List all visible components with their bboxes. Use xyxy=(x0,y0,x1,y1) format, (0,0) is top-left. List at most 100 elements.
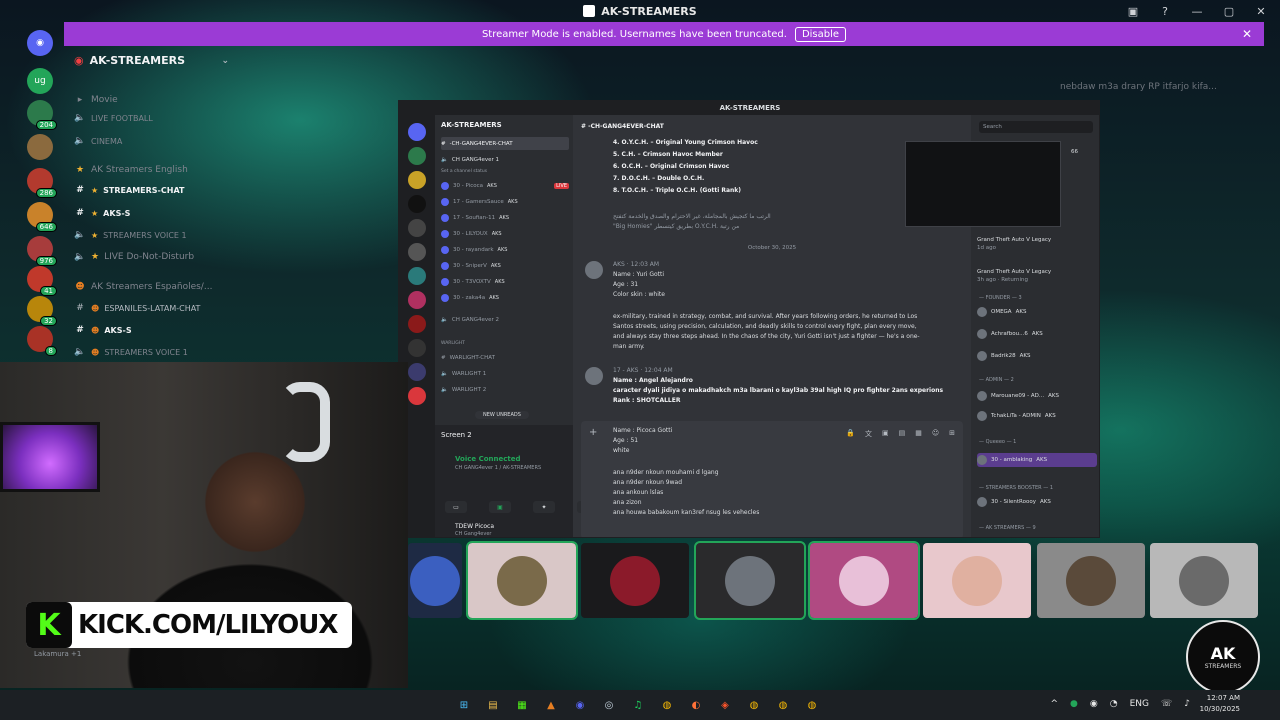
language-indicator[interactable]: ENG xyxy=(1130,699,1149,709)
tray-app-icon[interactable]: ◉ xyxy=(1090,699,1098,709)
inner-server-icon[interactable] xyxy=(408,387,426,405)
volume-icon[interactable]: ♪ xyxy=(1184,699,1190,709)
tray-mic-icon[interactable]: ◔ xyxy=(1110,699,1118,709)
server-icon[interactable]: 8 xyxy=(27,326,57,356)
inner-server-icon[interactable] xyxy=(408,243,426,261)
file-explorer-icon[interactable]: ▤ xyxy=(483,695,503,715)
voice-member[interactable]: 30 - zaka4a AKS xyxy=(441,291,569,304)
participant-tile[interactable] xyxy=(1150,543,1258,618)
maximize-button[interactable]: ▢ xyxy=(1220,2,1238,20)
channel-espaniles-latam-chat[interactable]: # ☻ ESPANILES-LATAM-CHAT xyxy=(74,300,234,316)
participant-tile[interactable] xyxy=(1037,543,1145,618)
tray-app-icon[interactable]: ● xyxy=(1070,699,1078,709)
firefox-icon[interactable]: ◐ xyxy=(686,695,706,715)
inner-voice-warlight-1[interactable]: 🔈 WARLIGHT 1 xyxy=(441,367,569,380)
server-icon[interactable]: 32 xyxy=(27,296,57,326)
message-avatar[interactable] xyxy=(585,367,603,385)
inner-discord-icon[interactable] xyxy=(408,123,426,141)
inner-channel-gang-chat[interactable]: # -CH-GANG4EVER-CHAT xyxy=(441,137,569,150)
voice-member[interactable]: 30 - LILYOUX AKS xyxy=(441,227,569,240)
voice-member[interactable]: 30 - Picoca AKS LIVE xyxy=(441,179,569,192)
search-input[interactable]: Search xyxy=(979,121,1093,133)
voice-member[interactable]: 30 - rayandark AKS xyxy=(441,243,569,256)
activities-icon[interactable]: ✦ xyxy=(533,501,555,513)
member-row[interactable]: 30 - SilentRoooy AKS xyxy=(977,495,1097,509)
inner-server-icon[interactable] xyxy=(408,339,426,357)
screen-share-icon[interactable]: ▣ xyxy=(489,501,511,513)
inner-server-icon[interactable] xyxy=(408,363,426,381)
stream-preview-thumbnail[interactable] xyxy=(905,141,1061,227)
participant-tile[interactable] xyxy=(694,541,806,620)
chrome-icon[interactable]: ◍ xyxy=(744,695,764,715)
voice-member[interactable]: 30 - SniperV AKS xyxy=(441,259,569,272)
minimize-button[interactable]: — xyxy=(1188,2,1206,20)
translate-icon[interactable]: 文 xyxy=(865,429,872,439)
app-icon[interactable]: ▲ xyxy=(541,695,561,715)
member-row[interactable]: OMEGA AKS xyxy=(977,305,1097,319)
lock-icon[interactable]: 🔒 xyxy=(846,429,855,439)
chrome-icon[interactable]: ◍ xyxy=(773,695,793,715)
voice-member[interactable]: 17 - Soufian-11 AKS xyxy=(441,211,569,224)
taskbar-clock[interactable]: 12:07 AM 10/30/2025 xyxy=(1200,693,1240,715)
category-ak-espanoles[interactable]: ☻ AK Streamers Españoles/... xyxy=(74,279,234,295)
gif-icon[interactable]: ▤ xyxy=(899,429,906,439)
voice-member[interactable]: 17 - GamersSauce AKS xyxy=(441,195,569,208)
chrome-icon[interactable]: ◍ xyxy=(802,695,822,715)
server-icon[interactable]: 976 xyxy=(27,236,57,266)
inner-category-warlight[interactable]: WARLIGHT xyxy=(441,337,569,350)
participant-tile[interactable] xyxy=(408,543,462,618)
steam-icon[interactable]: ◎ xyxy=(599,695,619,715)
message-avatar[interactable] xyxy=(585,261,603,279)
server-ug[interactable]: ug xyxy=(27,68,53,94)
voice-member[interactable]: 30 - T3VOXTV AKS xyxy=(441,275,569,288)
network-icon[interactable]: ☏ xyxy=(1161,699,1172,709)
inner-voice-gang-2[interactable]: 🔈 CH GANG4ever 2 xyxy=(441,313,569,326)
channel-streamers-voice-1-es[interactable]: 🔈 ☻ STREAMERS VOICE 1 xyxy=(74,344,234,360)
inner-server-icon[interactable] xyxy=(408,147,426,165)
channel-aks-s[interactable]: # ★ AKS-S xyxy=(74,205,234,221)
guild-header[interactable]: ◉ AK-STREAMERS ⌄ xyxy=(74,54,229,67)
inner-server-icon[interactable] xyxy=(408,171,426,189)
inner-server-icon[interactable] xyxy=(408,267,426,285)
brave-icon[interactable]: ◈ xyxy=(715,695,735,715)
disable-streamer-mode-button[interactable]: Disable xyxy=(794,26,847,42)
inner-server-icon[interactable] xyxy=(408,291,426,309)
server-icon[interactable] xyxy=(27,134,53,160)
emoji-icon[interactable]: ☺ xyxy=(932,429,939,439)
inner-server-icon[interactable] xyxy=(408,195,426,213)
apps-icon[interactable]: ⊞ xyxy=(949,429,955,439)
inner-channel-warlight-chat[interactable]: # WARLIGHT-CHAT xyxy=(441,351,569,364)
channel-streamers-chat[interactable]: # ★ STREAMERS-CHAT xyxy=(74,182,234,198)
member-row[interactable]: Achrafbou...6 AKS xyxy=(977,327,1097,341)
kick-app-icon[interactable]: ▦ xyxy=(512,695,532,715)
participant-tile[interactable] xyxy=(466,541,578,620)
member-row[interactable]: Badrik28 AKS xyxy=(977,349,1097,363)
help-icon[interactable]: ? xyxy=(1156,2,1174,20)
discord-home-icon[interactable]: ◉ xyxy=(27,30,53,56)
new-unreads-pill[interactable]: NEW UNREADS xyxy=(475,411,529,419)
banner-close-icon[interactable]: ✕ xyxy=(1242,27,1252,41)
category-movie[interactable]: ▸ Movie xyxy=(74,92,234,108)
camera-icon[interactable]: ▭ xyxy=(445,501,467,513)
server-icon[interactable]: 286 xyxy=(27,168,57,198)
channel-cinema[interactable]: 🔈 CINEMA xyxy=(74,133,234,149)
start-icon[interactable]: ⊞ xyxy=(454,695,474,715)
channel-aks-s-es[interactable]: # ☻ AKS-S xyxy=(74,322,234,338)
server-icon[interactable]: 204 xyxy=(27,100,57,130)
server-icon[interactable]: 646 xyxy=(27,202,57,232)
participant-tile[interactable] xyxy=(581,543,689,618)
spotify-icon[interactable]: ♫ xyxy=(628,695,648,715)
inner-server-icon[interactable] xyxy=(408,315,426,333)
gift-icon[interactable]: ▣ xyxy=(882,429,889,439)
member-row[interactable]: 30 - amblaking AKS xyxy=(977,453,1097,467)
inner-voice-warlight-2[interactable]: 🔈 WARLIGHT 2 xyxy=(441,383,569,396)
message-composer[interactable]: + 🔒 文 ▣ ▤ ▦ ☺ ⊞ Name : Picoca Gotti Age … xyxy=(581,421,963,537)
server-icon[interactable]: 41 xyxy=(27,266,57,296)
channel-live-football[interactable]: 🔈 LIVE FOOTBALL xyxy=(74,110,234,126)
discord-taskbar-icon[interactable]: ◉ xyxy=(570,695,590,715)
inner-server-icon[interactable] xyxy=(408,219,426,237)
member-row[interactable]: Marouane09 - AD... AKS xyxy=(977,389,1097,403)
sticker-icon[interactable]: ▦ xyxy=(915,429,922,439)
channel-live-dnd[interactable]: 🔈 ★ LIVE Do-Not-Disturb xyxy=(74,249,234,265)
add-attachment-icon[interactable]: + xyxy=(589,427,597,438)
